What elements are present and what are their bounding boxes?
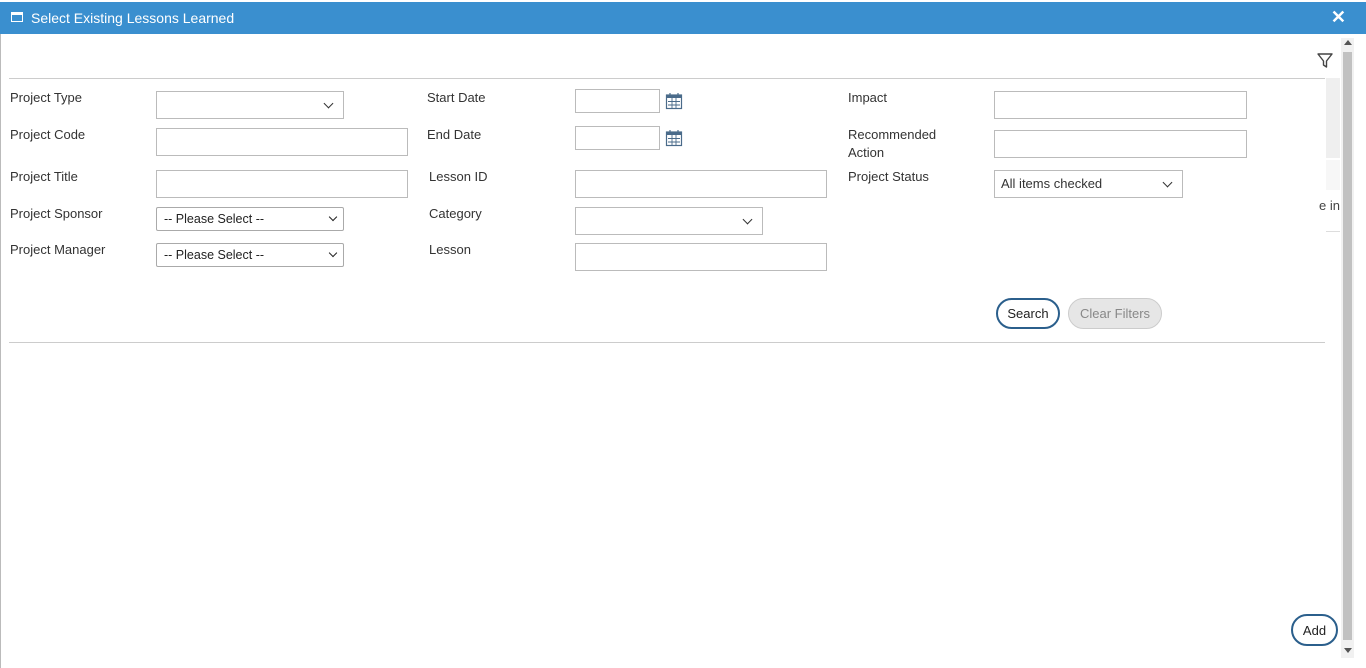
project-title-input[interactable] <box>156 170 408 198</box>
project-status-label: Project Status <box>848 169 929 184</box>
lesson-input[interactable] <box>575 243 827 271</box>
window-icon <box>11 12 23 22</box>
end-date-input[interactable] <box>575 126 660 150</box>
project-manager-select[interactable]: -- Please Select -- <box>156 243 344 267</box>
calendar-icon[interactable] <box>665 92 683 110</box>
project-type-label: Project Type <box>10 90 83 105</box>
recommended-action-input[interactable] <box>994 130 1247 158</box>
project-status-value: All items checked <box>1001 176 1103 191</box>
chevron-down-icon <box>1162 177 1173 188</box>
end-date-label: End Date <box>427 127 482 142</box>
project-manager-value: -- Please Select -- <box>164 248 265 262</box>
filter-icon[interactable] <box>1316 52 1334 70</box>
side-panel-strip <box>1326 78 1340 158</box>
add-button[interactable]: Add <box>1291 614 1338 646</box>
lesson-label: Lesson <box>429 242 471 257</box>
project-code-label: Project Code <box>10 127 86 142</box>
filter-bottom-divider <box>9 342 1325 343</box>
side-panel-strip <box>1326 160 1340 190</box>
calendar-icon[interactable] <box>665 129 683 147</box>
dialog-title: Select Existing Lessons Learned <box>31 10 235 26</box>
chevron-down-icon <box>328 212 338 222</box>
side-panel-divider <box>1326 231 1340 232</box>
close-icon[interactable]: ✕ <box>1331 7 1346 28</box>
dialog-border <box>0 34 1 668</box>
project-sponsor-select[interactable]: -- Please Select -- <box>156 207 344 231</box>
lesson-id-input[interactable] <box>575 170 827 198</box>
impact-input[interactable] <box>994 91 1247 119</box>
chevron-down-icon <box>742 214 753 225</box>
category-dropdown[interactable] <box>575 207 763 235</box>
project-status-dropdown[interactable]: All items checked <box>994 170 1183 198</box>
lesson-id-label: Lesson ID <box>429 169 488 184</box>
recommended-action-label: Recommended Action <box>848 127 937 160</box>
clear-filters-button[interactable]: Clear Filters <box>1068 298 1162 329</box>
chevron-down-icon <box>328 248 338 258</box>
scroll-up-icon[interactable] <box>1344 40 1352 45</box>
project-manager-label: Project Manager <box>10 242 106 257</box>
chevron-down-icon <box>323 98 334 109</box>
filter-top-divider <box>9 78 1325 79</box>
project-sponsor-label: Project Sponsor <box>10 206 103 221</box>
category-label: Category <box>429 206 482 221</box>
project-title-label: Project Title <box>10 169 78 184</box>
side-panel-text: e in <box>1319 198 1340 213</box>
project-code-input[interactable] <box>156 128 408 156</box>
impact-label: Impact <box>848 90 888 105</box>
dialog-titlebar: Select Existing Lessons Learned ✕ <box>0 2 1366 34</box>
start-date-label: Start Date <box>427 90 486 105</box>
search-button[interactable]: Search <box>996 298 1060 329</box>
scrollbar-thumb[interactable] <box>1343 52 1352 640</box>
start-date-input[interactable] <box>575 89 660 113</box>
project-sponsor-value: -- Please Select -- <box>164 212 265 226</box>
project-type-dropdown[interactable] <box>156 91 344 119</box>
scroll-down-icon[interactable] <box>1344 648 1352 653</box>
